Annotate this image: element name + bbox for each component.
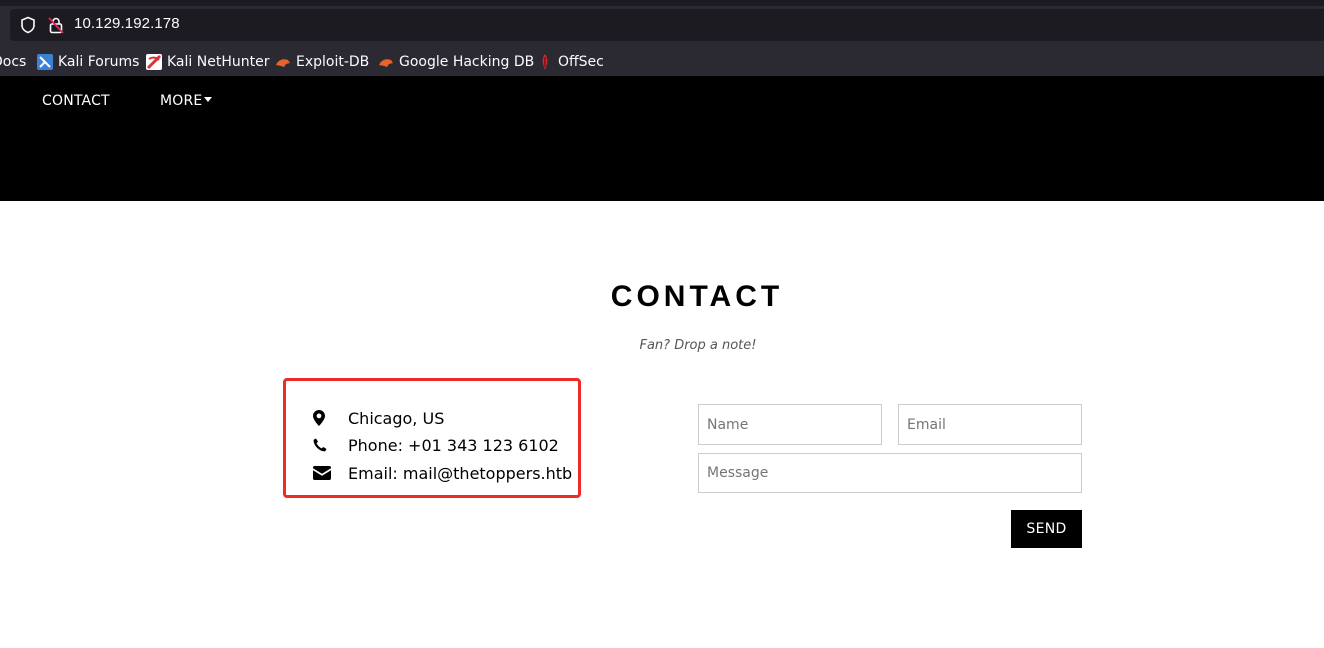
envelope-icon — [313, 464, 333, 482]
nav-contact-link[interactable]: CONTACT — [42, 93, 110, 109]
site-navbar: CONTACT MORE — [0, 76, 1324, 201]
message-field[interactable] — [698, 453, 1082, 493]
exploit-db-icon — [276, 59, 290, 67]
email-text: Email: mail@thetoppers.htb — [348, 463, 573, 483]
bookmarks-toolbar: Docs Kali Forums Kali NetHunter Exploit-… — [0, 48, 1324, 76]
contact-email: Email: mail@thetoppers.htb — [313, 462, 572, 484]
kali-nethunter-icon — [146, 54, 162, 70]
phone-icon — [313, 436, 333, 454]
nav-more-label: MORE — [160, 93, 203, 109]
bookmark-kali-nethunter[interactable]: Kali NetHunter — [146, 48, 269, 76]
contact-location: Chicago, US — [313, 407, 444, 429]
bookmark-label: OffSec — [558, 54, 604, 70]
email-field[interactable] — [898, 404, 1082, 445]
address-bar[interactable] — [10, 9, 1324, 41]
bookmark-label: Docs — [0, 54, 27, 70]
ghdb-icon — [379, 59, 393, 67]
phone-text: Phone: +01 343 123 6102 — [348, 435, 559, 455]
send-button[interactable]: SEND — [1011, 510, 1082, 548]
name-field[interactable] — [698, 404, 882, 445]
shield-icon[interactable] — [20, 16, 36, 34]
nav-more-dropdown[interactable]: MORE — [160, 93, 213, 109]
browser-toolbar: 10.129.192.178 — [0, 0, 1324, 48]
offsec-icon — [542, 54, 548, 70]
location-text: Chicago, US — [348, 408, 445, 428]
bookmark-label: Kali NetHunter — [167, 54, 270, 70]
bookmark-kali-forums[interactable]: Kali Forums — [37, 48, 139, 76]
url-text[interactable]: 10.129.192.178 — [74, 15, 180, 32]
section-subtitle: Fan? Drop a note! — [639, 338, 757, 353]
bookmark-label: Google Hacking DB — [399, 54, 535, 70]
kali-forums-icon — [37, 54, 53, 70]
bookmark-docs[interactable]: Docs — [0, 48, 26, 76]
bookmark-exploit-db[interactable]: Exploit-DB — [275, 48, 369, 76]
map-marker-icon — [313, 409, 333, 427]
bookmark-google-hacking-db[interactable]: Google Hacking DB — [378, 48, 534, 76]
caret-down-icon — [204, 97, 213, 102]
bookmark-label: Kali Forums — [58, 54, 140, 70]
bookmark-offsec[interactable]: OffSec — [537, 48, 604, 76]
lock-insecure-icon[interactable] — [48, 16, 64, 34]
contact-phone: Phone: +01 343 123 6102 — [313, 434, 559, 456]
bookmark-label: Exploit-DB — [296, 54, 370, 70]
section-title: CONTACT — [610, 280, 784, 313]
